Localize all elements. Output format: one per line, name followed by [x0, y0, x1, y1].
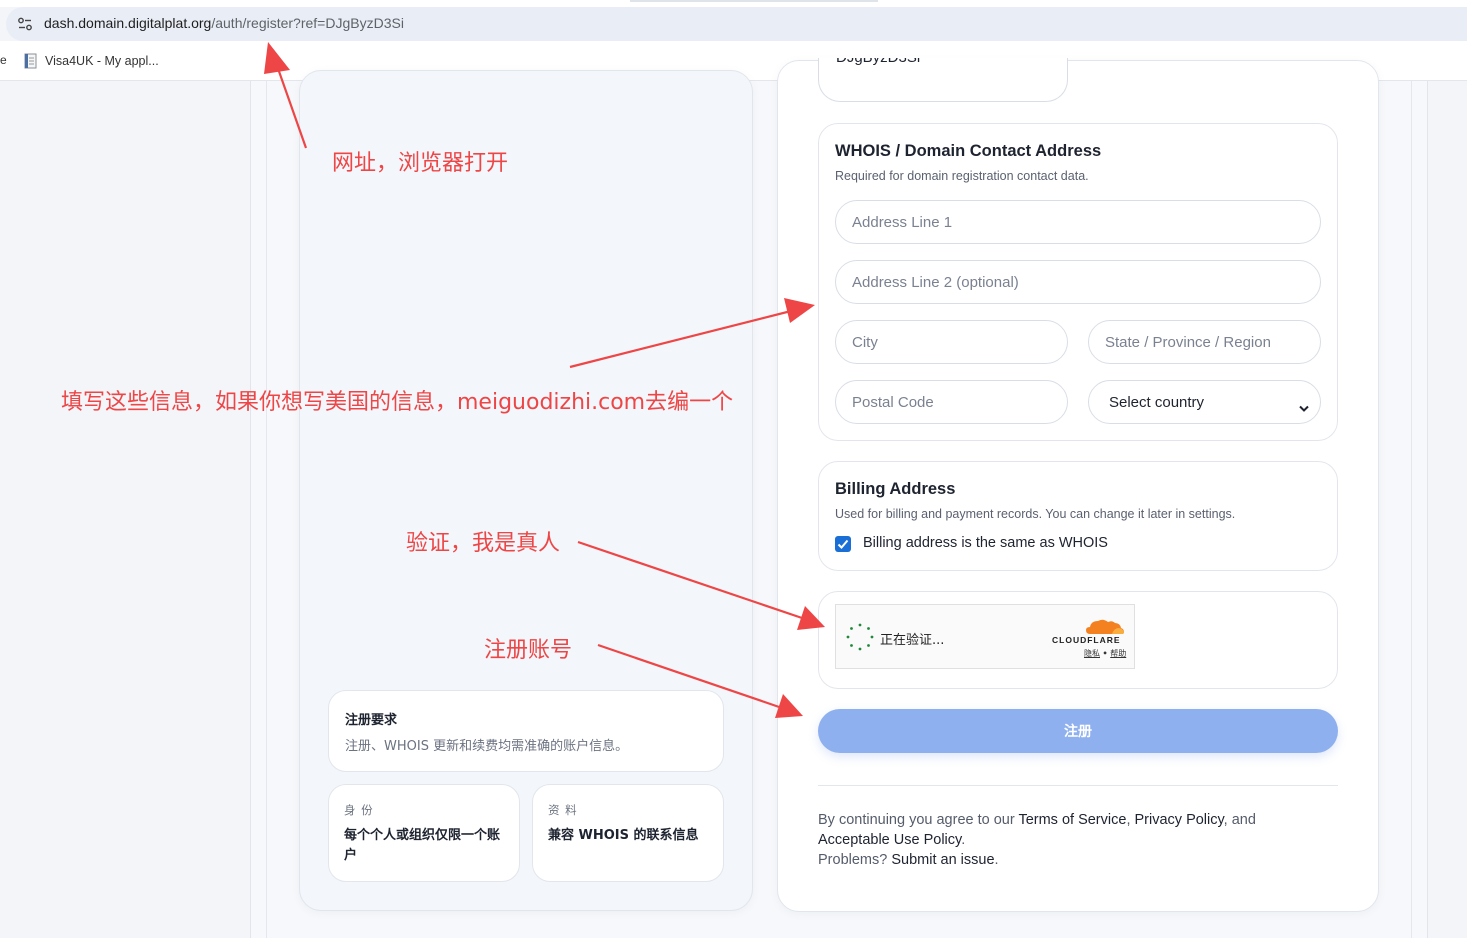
address-line-2-input[interactable]	[835, 260, 1321, 304]
billing-title: Billing Address	[835, 480, 956, 498]
cloudflare-turnstile-widget[interactable]: 正在验证... CLOUDFLARE 隐私 • 帮助	[835, 604, 1135, 669]
identity-label: 身 份	[344, 803, 374, 817]
legal-text: By continuing you agree to our Terms of …	[818, 810, 1338, 870]
legal-period: .	[961, 832, 966, 848]
help-link[interactable]: 帮助	[1110, 649, 1126, 658]
profile-value: 兼容 WHOIS 的联系信息	[548, 828, 699, 843]
country-select-value: Select country	[1109, 394, 1205, 411]
legal-prefix: By continuing you agree to our	[818, 812, 1019, 828]
bookmark-label: Visa4UK - My appl...	[45, 54, 159, 68]
identity-card: 身 份 每个个人或组织仅限一个账户	[328, 784, 520, 882]
profile-label: 资 料	[548, 803, 578, 817]
url-path: /auth/register?ref=DJgByzD3Si	[211, 15, 404, 31]
country-select[interactable]: Select country	[1088, 380, 1321, 424]
address-bar[interactable]: dash.domain.digitalplat.org/auth/registe…	[6, 7, 1467, 41]
register-button[interactable]: 注册	[818, 709, 1338, 753]
turnstile-status: 正在验证...	[880, 633, 945, 648]
profile-card: 资 料 兼容 WHOIS 的联系信息	[532, 784, 724, 882]
document-icon	[24, 53, 38, 69]
loading-spinner-icon	[846, 623, 874, 651]
identity-value: 每个个人或组织仅限一个账户	[344, 828, 501, 863]
site-info-icon[interactable]	[12, 11, 38, 37]
screenshot-root: dash.domain.digitalplat.org/auth/registe…	[0, 0, 1467, 938]
tab-strip-edge	[0, 0, 1467, 7]
annotation-register-note: 注册账号	[484, 638, 573, 663]
billing-subtitle: Used for billing and payment records. Yo…	[835, 507, 1236, 521]
referral-code-value: DJgByzD3Si	[836, 58, 920, 66]
requirements-card: 注册要求 注册、WHOIS 更新和续费均需准确的账户信息。	[328, 690, 724, 772]
state-input[interactable]	[1088, 320, 1321, 364]
referral-code-field[interactable]: DJgByzD3Si	[818, 58, 1068, 102]
form-divider	[818, 785, 1338, 786]
legal-problems: Problems?	[818, 852, 892, 868]
privacy-link[interactable]: 隐私	[1084, 649, 1100, 658]
submit-issue-link[interactable]: Submit an issue	[891, 852, 994, 868]
cloud-icon	[1086, 619, 1124, 634]
legal-and: , and	[1223, 812, 1256, 828]
postal-code-input[interactable]	[835, 380, 1068, 424]
annotation-verify-note: 验证，我是真人	[406, 531, 561, 556]
billing-same-label[interactable]: Billing address is the same as WHOIS	[863, 535, 1108, 551]
turnstile-links: 隐私 • 帮助	[1084, 648, 1126, 659]
whois-title: WHOIS / Domain Contact Address	[835, 142, 1102, 160]
requirements-title: 注册要求	[345, 713, 398, 728]
billing-same-checkbox[interactable]	[835, 536, 851, 552]
billing-section: Billing Address Used for billing and pay…	[818, 461, 1338, 571]
address-line-1-input[interactable]	[835, 200, 1321, 244]
legal-comma: ,	[1126, 812, 1135, 828]
city-input[interactable]	[835, 320, 1068, 364]
url-text[interactable]: dash.domain.digitalplat.org/auth/registe…	[44, 15, 404, 31]
link-separator: •	[1102, 649, 1108, 658]
aup-link[interactable]: Acceptable Use Policy	[818, 832, 961, 848]
whois-subtitle: Required for domain registration contact…	[835, 169, 1089, 183]
annotation-url-note: 网址，浏览器打开	[332, 151, 509, 176]
requirements-body: 注册、WHOIS 更新和续费均需准确的账户信息。	[345, 739, 629, 754]
tab-divider	[630, 0, 878, 2]
legal-period-2: .	[994, 852, 999, 868]
url-domain: dash.domain.digitalplat.org	[44, 15, 212, 31]
terms-link[interactable]: Terms of Service	[1018, 812, 1126, 828]
cloudflare-wordmark: CLOUDFLARE	[1052, 635, 1121, 645]
privacy-policy-link[interactable]: Privacy Policy	[1135, 812, 1224, 828]
cloudflare-logo: CLOUDFLARE 隐私 • 帮助	[1052, 617, 1128, 659]
checkmark-icon	[837, 539, 849, 549]
bookmark-truncated[interactable]: e	[0, 53, 7, 67]
chevron-down-icon	[1298, 398, 1310, 417]
annotation-fill-note: 填写这些信息，如果你想写美国的信息，meiguodizhi.com去编一个	[61, 390, 734, 415]
bookmark-visa4uk[interactable]: Visa4UK - My appl...	[24, 51, 159, 71]
